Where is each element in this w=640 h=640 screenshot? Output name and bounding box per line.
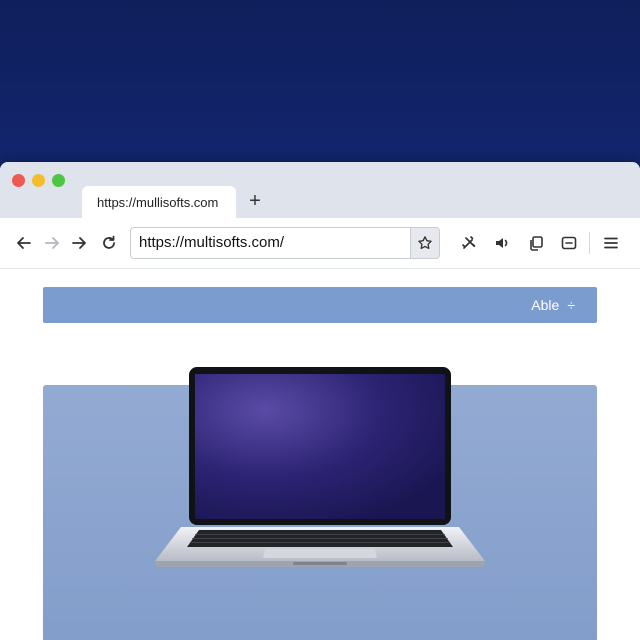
address-bar[interactable]: https://multisofts.com/ xyxy=(130,227,440,259)
extensions-icon[interactable] xyxy=(459,233,479,253)
maximize-window-button[interactable] xyxy=(52,174,65,187)
minimize-window-button[interactable] xyxy=(32,174,45,187)
page-content: Able ÷ xyxy=(0,269,640,640)
close-window-button[interactable] xyxy=(12,174,25,187)
toolbar-divider xyxy=(589,232,590,254)
reload-icon[interactable] xyxy=(99,233,119,253)
menu-icon[interactable] xyxy=(601,233,621,253)
speaker-icon[interactable] xyxy=(492,233,512,253)
address-bar-url[interactable]: https://multisofts.com/ xyxy=(139,228,284,258)
laptop-image xyxy=(155,367,485,567)
forward-icon[interactable] xyxy=(42,233,62,253)
tab-title: https://mullisofts.com xyxy=(97,195,219,210)
browser-window: https://mullisofts.com + https://multiso… xyxy=(0,162,640,640)
new-tab-button[interactable]: + xyxy=(245,191,265,211)
sidebar-icon[interactable] xyxy=(559,233,579,253)
copy-icon[interactable] xyxy=(526,233,546,253)
forward-alt-icon[interactable] xyxy=(69,233,89,253)
hero-panel xyxy=(43,367,597,640)
able-button-label: Able xyxy=(531,297,560,313)
back-icon[interactable] xyxy=(14,233,34,253)
browser-toolbar: https://multisofts.com/ xyxy=(0,218,640,269)
bookmark-star-icon[interactable] xyxy=(410,228,439,258)
tab-strip: https://mullisofts.com + xyxy=(0,162,640,218)
browser-tab[interactable]: https://mullisofts.com xyxy=(82,186,236,218)
page-banner: Able ÷ xyxy=(43,287,597,323)
divide-icon: ÷ xyxy=(567,297,575,313)
able-button[interactable]: Able ÷ xyxy=(531,287,575,323)
